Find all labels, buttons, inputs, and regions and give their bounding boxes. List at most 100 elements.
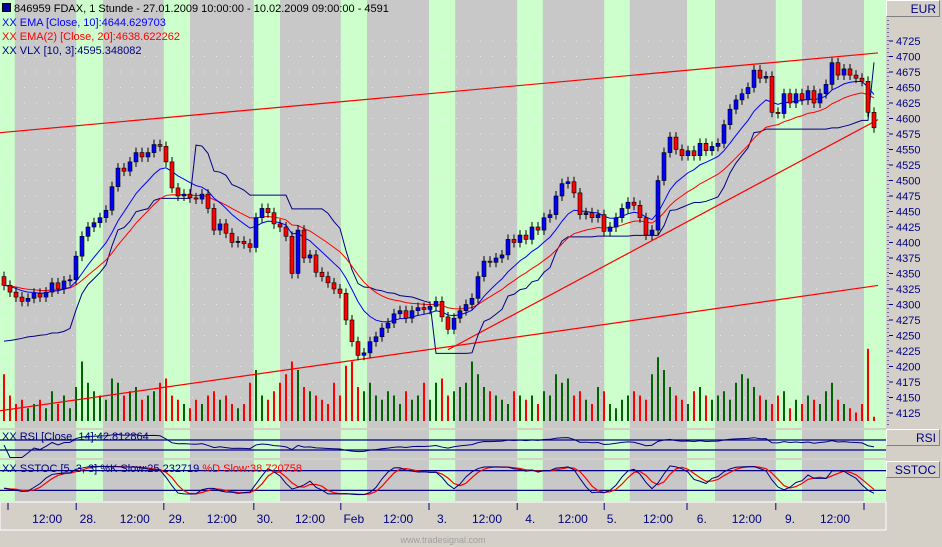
- candle-body: [727, 108, 733, 125]
- candle-body: [319, 271, 325, 277]
- volume-bar: [585, 399, 587, 421]
- time-tick-label: 12:00: [207, 512, 237, 526]
- volume-bar: [375, 395, 377, 421]
- price-tick-label: 4650: [896, 83, 920, 95]
- volume-bar: [633, 391, 635, 421]
- session-band: [163, 0, 190, 428]
- price-tick-label: 4375: [896, 253, 920, 265]
- candle-body: [415, 307, 421, 312]
- price-tick-label: 4500: [896, 176, 920, 188]
- volume-bar: [75, 387, 77, 421]
- volume-bar: [597, 387, 599, 421]
- sstoc-legend[interactable]: XX SSTOC [5, 3, 3] %K Slow:25.232719 %D …: [2, 463, 302, 476]
- candle-body: [853, 74, 859, 79]
- volume-bar: [603, 391, 605, 421]
- volume-bar: [507, 404, 509, 421]
- volume-bar: [399, 404, 401, 421]
- volume-bar: [849, 408, 851, 421]
- price-tick-label: 4475: [896, 191, 920, 203]
- candle-body: [121, 167, 127, 172]
- candle-body: [163, 146, 169, 163]
- candle-body: [349, 319, 355, 343]
- candle-body: [607, 226, 613, 232]
- vlx-legend[interactable]: XX VLX [10, 3]:4595.348082: [2, 45, 141, 58]
- volume-bar: [201, 404, 203, 421]
- session-band: [340, 430, 367, 458]
- ema20-legend[interactable]: XX EMA(2) [Close, 20]:4638.622262: [2, 31, 180, 44]
- candle-body: [457, 310, 463, 319]
- volume-bar: [729, 399, 731, 421]
- volume-bar: [777, 395, 779, 421]
- volume-bar: [525, 399, 527, 421]
- price-tick-label: 4200: [896, 362, 920, 374]
- volume-bar: [645, 399, 647, 421]
- candle-body: [511, 239, 517, 243]
- candle-body: [1, 276, 7, 286]
- volume-bar: [393, 395, 395, 421]
- candle-body: [643, 217, 649, 236]
- time-tick-label: 9.: [785, 512, 795, 526]
- volume-bar: [165, 378, 167, 421]
- volume-bar: [813, 399, 815, 421]
- candle-body: [79, 236, 85, 257]
- candle-body: [709, 146, 715, 152]
- volume-bar: [495, 395, 497, 421]
- volume-bar: [309, 391, 311, 421]
- volume-bar: [369, 382, 371, 421]
- volume-bar: [831, 382, 833, 421]
- candle-body: [241, 240, 247, 245]
- candle-body: [247, 243, 253, 248]
- volume-bar: [333, 382, 335, 421]
- candle-body: [367, 341, 373, 354]
- candle-body: [715, 143, 721, 147]
- volume-bar: [21, 399, 23, 421]
- volume-bar: [303, 387, 305, 421]
- session-band: [517, 430, 543, 458]
- candle-body: [625, 201, 631, 209]
- candle-body: [259, 208, 265, 218]
- ema10-legend[interactable]: XX EMA [Close, 10]:4644.629703: [2, 17, 166, 30]
- volume-bar: [675, 395, 677, 421]
- volume-bar: [435, 382, 437, 421]
- candle-body: [661, 152, 667, 181]
- volume-bar: [555, 374, 557, 421]
- session-band: [429, 0, 456, 428]
- volume-bar: [261, 395, 263, 421]
- candle-body: [139, 152, 145, 158]
- price-tick-label: 4150: [896, 393, 920, 405]
- candle-body: [391, 313, 397, 324]
- symbol-line: 846959 FDAX, 1 Stunde - 27.01.2009 10:00…: [14, 3, 389, 15]
- session-band: [687, 430, 715, 458]
- sstoc-k-legend: XX SSTOC [5, 3, 3] %K Slow:25.232719: [2, 463, 200, 475]
- volume-bar: [321, 399, 323, 421]
- time-tick-label: 30.: [257, 512, 274, 526]
- volume-bar: [171, 395, 173, 421]
- volume-bar: [87, 382, 89, 421]
- candle: [829, 57, 835, 90]
- candle-body: [49, 282, 55, 293]
- volume-bar: [591, 404, 593, 421]
- price-tick-label: 4175: [896, 377, 920, 389]
- volume-bar: [711, 399, 713, 421]
- volume-bar: [699, 387, 701, 421]
- volume-bar: [39, 399, 41, 421]
- rsi-legend[interactable]: XX RSI [Close, 14]:42.812864: [2, 431, 149, 444]
- volume-bar: [609, 404, 611, 421]
- volume-bar: [387, 391, 389, 421]
- candle-body: [55, 282, 61, 290]
- time-tick-label: 12:00: [383, 512, 413, 526]
- volume-bar: [819, 404, 821, 421]
- candle-body: [769, 76, 775, 113]
- session-band: [864, 460, 886, 501]
- volume-bar: [225, 395, 227, 421]
- candle: [253, 212, 259, 253]
- candle-body: [445, 316, 451, 330]
- candle-body: [145, 152, 151, 158]
- volume-bar: [753, 387, 755, 421]
- sstoc-d-legend: %D Slow:38.720758: [202, 463, 303, 475]
- time-tick-label: 29.: [168, 512, 185, 526]
- price-tick-label: 4450: [896, 207, 920, 219]
- candle-body: [805, 90, 811, 101]
- volume-bar: [465, 382, 467, 421]
- price-tick-label: 4425: [896, 222, 920, 234]
